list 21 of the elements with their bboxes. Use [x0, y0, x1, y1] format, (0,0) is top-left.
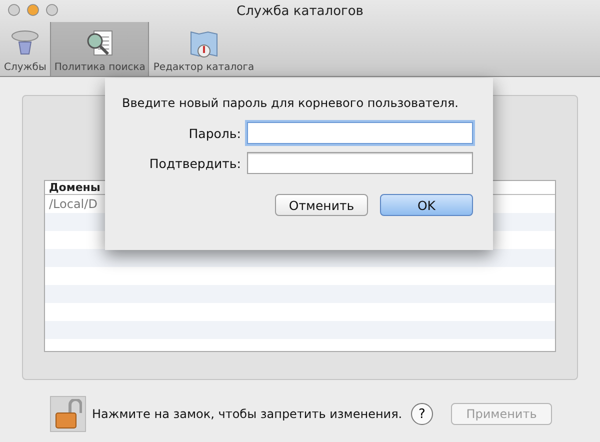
dialog-message: Введите новый пароль для корневого пользователя. — [122, 96, 460, 110]
help-button[interactable]: ? — [411, 403, 433, 425]
ok-button[interactable]: OK — [380, 194, 473, 216]
toolbar-tab-label: Службы — [4, 62, 46, 73]
password-field[interactable] — [247, 152, 473, 174]
window-control-icon[interactable] — [8, 4, 20, 16]
window-control-icon[interactable] — [27, 4, 39, 16]
open-lock-icon — [54, 399, 82, 429]
toolbar-tab-label: Редактор каталога — [153, 62, 254, 73]
lock-hint-text: Нажмите на замок, чтобы запретить изменения. — [92, 407, 404, 421]
window-title: Служба каталогов — [236, 4, 364, 18]
window-control-icon[interactable] — [46, 4, 58, 16]
field-label: Подтвердить: — [149, 156, 241, 170]
toolbar-tab[interactable]: Редактор каталога — [149, 22, 258, 76]
toolbar-tab-label: Политика поиска — [54, 62, 146, 73]
cancel-button[interactable]: Отменить — [275, 194, 368, 216]
field-label: Пароль: — [188, 126, 241, 140]
lock-button[interactable] — [50, 396, 86, 432]
toolbar-tab[interactable]: Политика поиска — [50, 22, 150, 76]
password-field[interactable] — [247, 122, 473, 144]
toolbar-tab[interactable]: Службы — [0, 22, 50, 76]
